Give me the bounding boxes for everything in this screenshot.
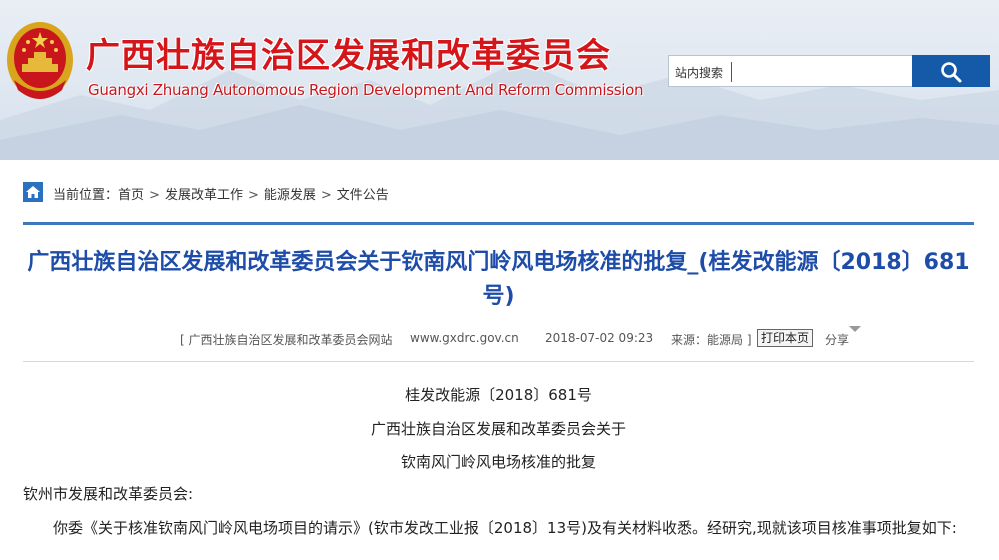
breadcrumb-prefix: 当前位置： [53, 188, 119, 203]
meta-source: 来源：能源局 ] [671, 333, 752, 347]
national-emblem-icon [4, 18, 76, 102]
breadcrumb-development-reform[interactable]: 发展改革工作 [165, 188, 243, 203]
meta-divider [23, 361, 974, 362]
site-subtitle-english: Guangxi Zhuang Autonomous Region Develop… [88, 81, 644, 99]
main-content: 当前位置：首页 > 发展改革工作 > 能源发展 > 文件公告 广西壮族自治区发展和改革委员会… [0, 160, 999, 560]
site-header: 广西壮族自治区发展和改革委员会 Guangxi Zhuang Autonomou… [0, 0, 999, 160]
search-button[interactable] [912, 55, 990, 87]
breadcrumb-separator: > [149, 188, 160, 203]
meta-url: www.gxdrc.gov.cn [410, 331, 519, 345]
doc-addressee: 钦州市发展和改革委员会: [23, 485, 194, 503]
article-meta: [ 广西壮族自治区发展和改革委员会网站 www.gxdrc.gov.cn 201… [180, 326, 880, 348]
breadcrumb-notices[interactable]: 文件公告 [337, 188, 389, 203]
doc-heading-line2: 钦南风门岭风电场核准的批复 [400, 453, 596, 471]
share-dropdown-icon[interactable] [849, 326, 861, 332]
doc-paragraph: 你委《关于核准钦南风门岭风电场项目的请示》(钦市发改工业报〔2018〕13号)及… [53, 519, 957, 537]
breadcrumb-energy[interactable]: 能源发展 [264, 188, 316, 203]
section-divider [23, 222, 974, 225]
meta-source-site: [ 广西壮族自治区发展和改革委员会网站 [180, 333, 393, 347]
breadcrumb-separator: > [320, 188, 332, 203]
site-title: 广西壮族自治区发展和改革委员会 [86, 36, 611, 76]
print-button[interactable]: 打印本页 [757, 329, 814, 347]
doc-heading-line1: 广西壮族自治区发展和改革委员会关于 [370, 420, 626, 438]
search-icon [941, 62, 962, 83]
meta-datetime: 2018-07-02 09:23 [545, 331, 654, 345]
doc-number: 桂发改能源〔2018〕681号 [405, 386, 592, 404]
search-box: 站内搜索 [668, 55, 990, 87]
breadcrumb-home[interactable]: 首页 [118, 188, 144, 203]
article-title: 广西壮族自治区发展和改革委员会关于钦南风门岭风电场核准的批复_(桂发改能源〔20… [27, 250, 970, 309]
share-button[interactable]: 分享 [825, 331, 849, 348]
search-input[interactable] [731, 62, 909, 82]
home-icon [23, 182, 43, 202]
search-label: 站内搜索 [675, 66, 724, 80]
breadcrumb-separator: > [247, 188, 259, 203]
